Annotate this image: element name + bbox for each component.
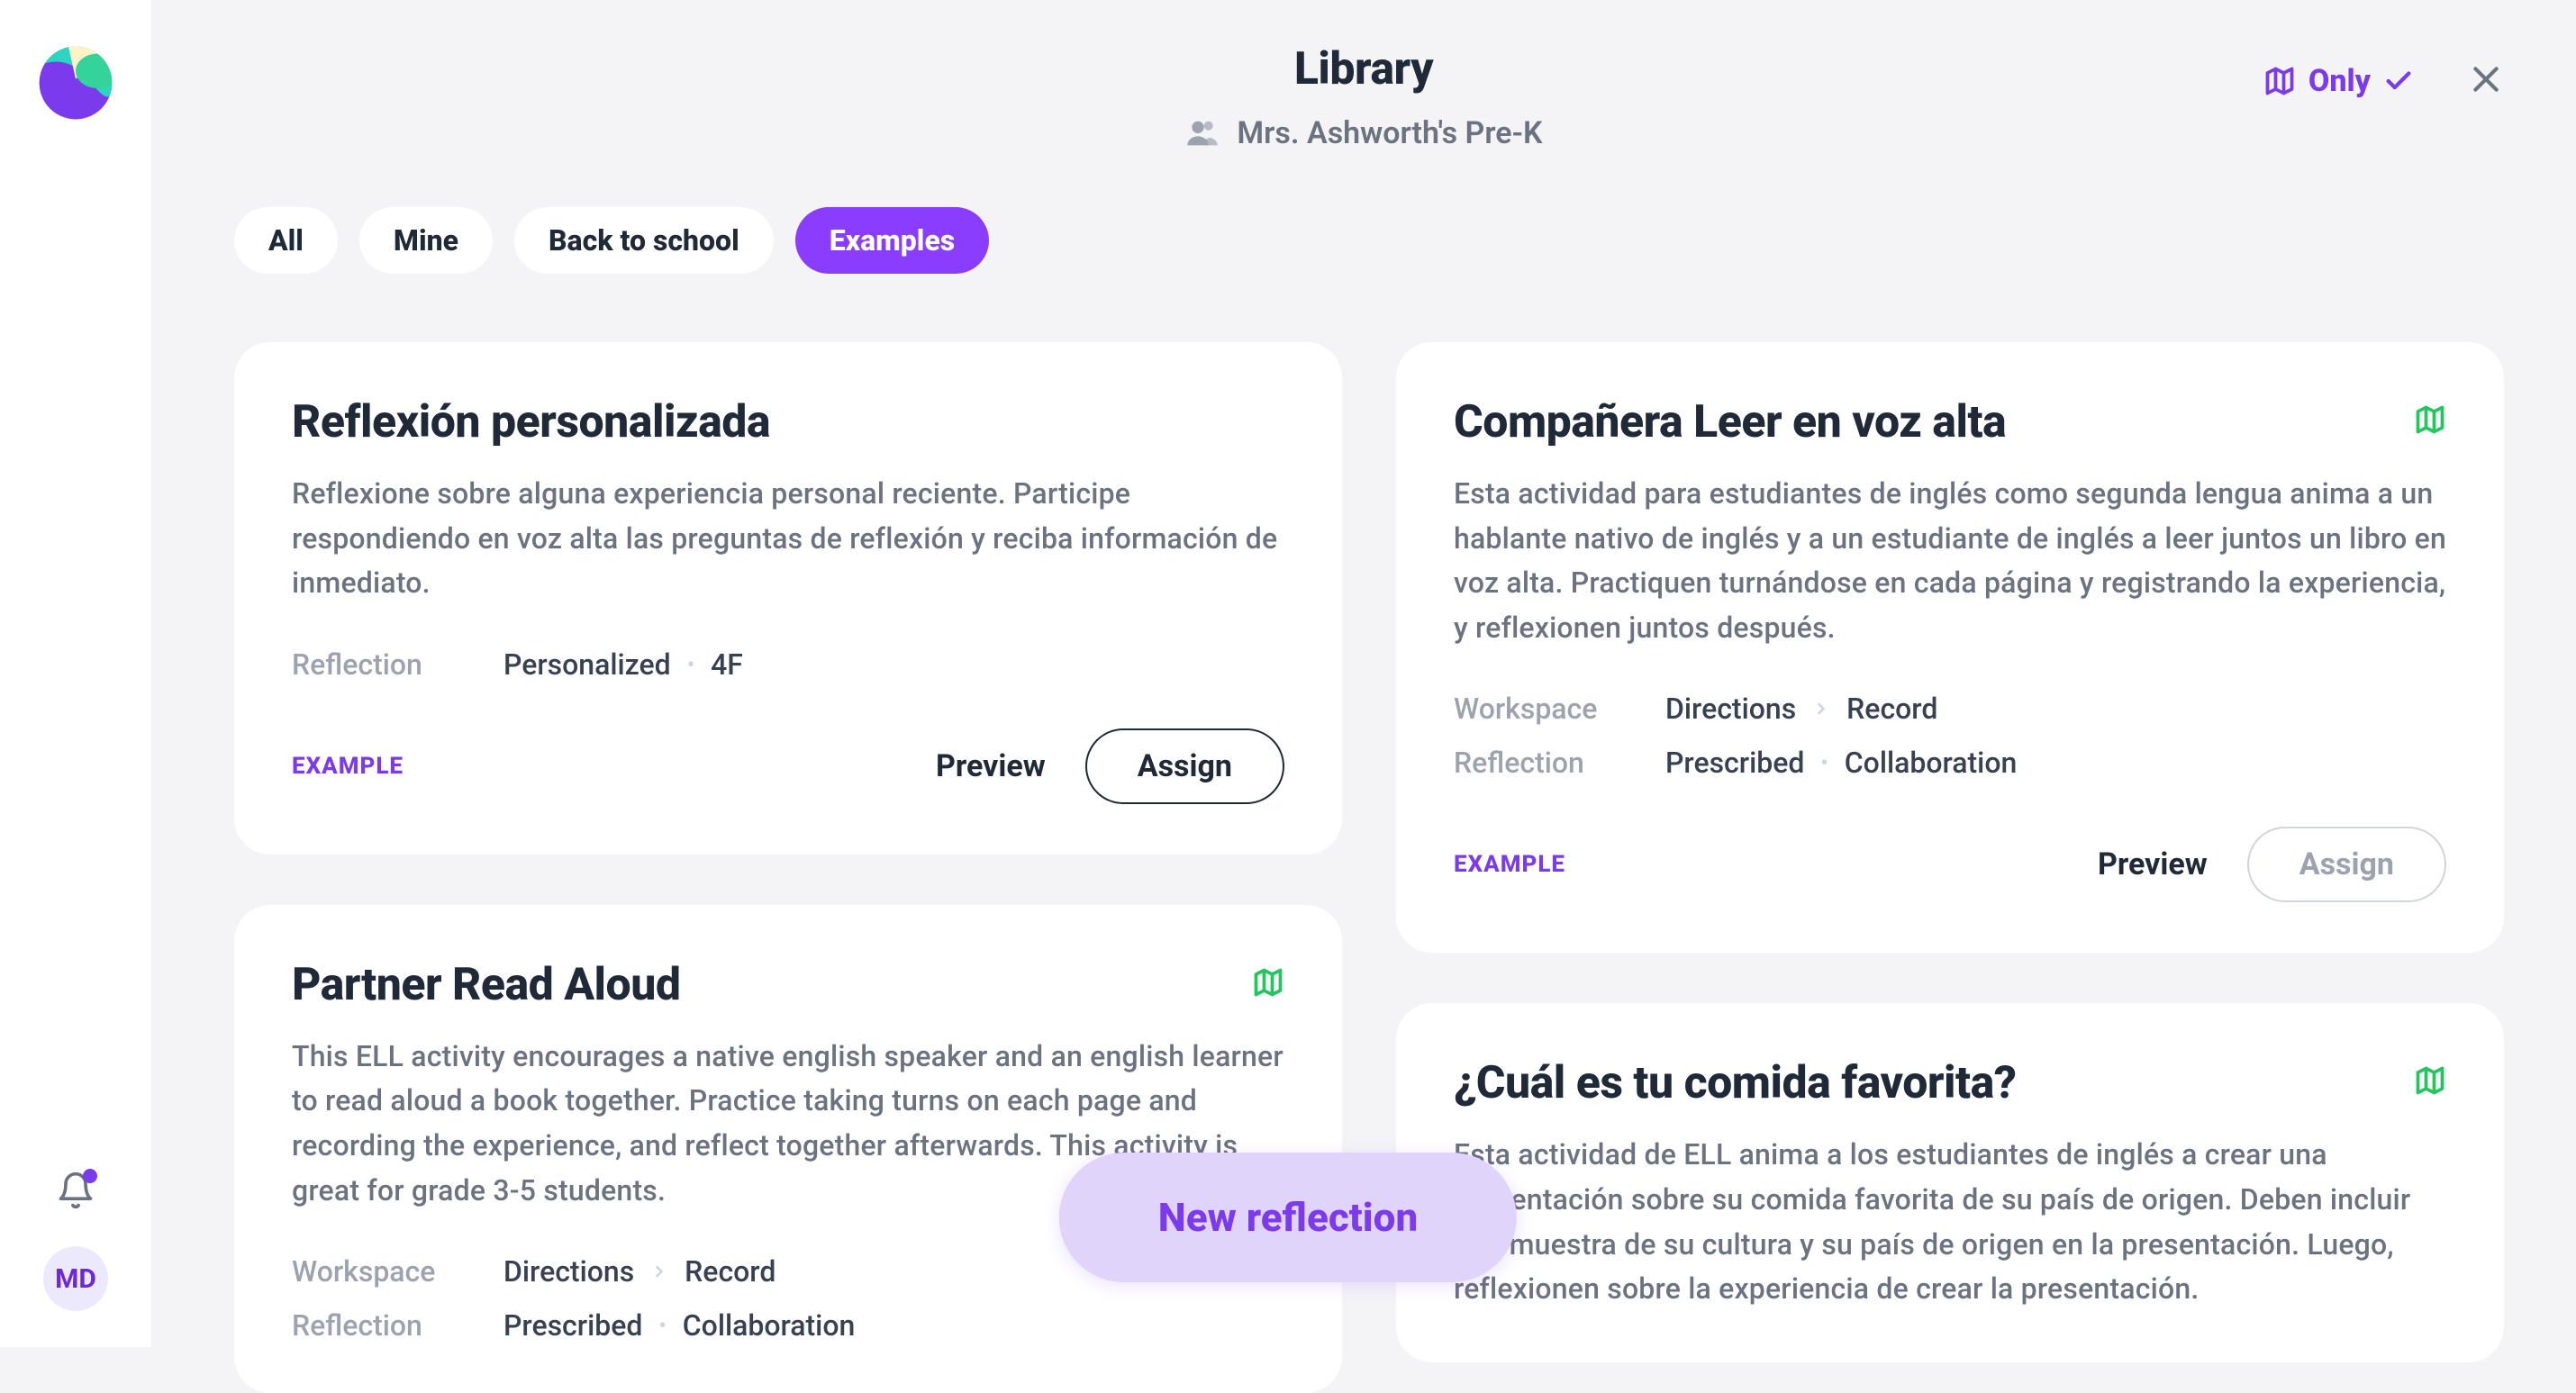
reflection-card: Partner Read Aloud This ELL activity enc…	[234, 905, 1342, 1393]
page-title: Library	[1184, 43, 1542, 95]
reflection-card: Compañera Leer en voz alta Esta activida…	[1396, 342, 2504, 953]
meta-value: 4F	[711, 647, 743, 682]
app-logo[interactable]	[36, 43, 115, 122]
preview-button[interactable]: Preview	[2098, 846, 2208, 882]
notification-dot-icon	[83, 1169, 97, 1183]
class-name: Mrs. Ashworth's Pre-K	[1237, 115, 1542, 151]
new-reflection-button[interactable]: New reflection	[1059, 1153, 1517, 1282]
meta-value: Personalized	[503, 647, 671, 682]
assign-button[interactable]: Assign	[2247, 827, 2446, 902]
meta-value: Directions	[503, 1254, 634, 1289]
meta-label-reflection: Reflection	[1454, 746, 1620, 780]
meta-label-reflection: Reflection	[292, 647, 458, 682]
dot-icon: •	[658, 1313, 666, 1338]
filter-bar: All Mine Back to school Examples	[234, 207, 989, 274]
meta-label-workspace: Workspace	[1454, 692, 1620, 726]
avatar-initials: MD	[55, 1263, 96, 1295]
chevron-right-icon	[1812, 700, 1830, 718]
sidebar: MD	[0, 0, 151, 1347]
meta-value: Collaboration	[683, 1308, 856, 1343]
example-tag: EXAMPLE	[292, 753, 404, 780]
close-button[interactable]	[2468, 61, 2504, 101]
users-icon	[1184, 115, 1220, 151]
meta-value: Record	[1846, 692, 1937, 726]
map-badge-icon	[1252, 966, 1284, 1002]
preview-button[interactable]: Preview	[936, 748, 1046, 784]
meta-value: Prescribed	[503, 1308, 642, 1343]
filter-pill-all[interactable]: All	[234, 207, 338, 274]
only-toggle[interactable]: Only	[2263, 63, 2414, 99]
card-description: Esta actividad para estudiantes de inglé…	[1454, 472, 2446, 650]
meta-label-reflection: Reflection	[292, 1308, 458, 1343]
meta-value: Record	[685, 1254, 776, 1289]
filter-pill-examples[interactable]: Examples	[795, 207, 989, 274]
avatar[interactable]: MD	[43, 1246, 108, 1311]
check-icon	[2383, 66, 2414, 96]
meta-value: Prescribed	[1665, 746, 1804, 780]
card-title: Compañera Leer en voz alta	[1454, 396, 2006, 448]
meta-value: Directions	[1665, 692, 1796, 726]
header: Library Mrs. Ashworth's Pre-K Only	[151, 0, 2576, 180]
close-icon	[2468, 61, 2504, 97]
map-badge-icon	[2414, 1064, 2446, 1100]
map-icon	[2263, 65, 2296, 97]
card-description: Reflexione sobre alguna experiencia pers…	[292, 472, 1284, 606]
reflection-card: ¿Cuál es tu comida favorita? Esta activi…	[1396, 1003, 2504, 1361]
card-description: Esta actividad de ELL anima a los estudi…	[1454, 1133, 2446, 1311]
only-label: Only	[2308, 63, 2371, 99]
fab-label: New reflection	[1158, 1194, 1418, 1241]
chevron-right-icon	[650, 1262, 668, 1280]
example-tag: EXAMPLE	[1454, 851, 1565, 878]
reflection-card: Reflexión personalizada Reflexione sobre…	[234, 342, 1342, 855]
notifications-button[interactable]	[56, 1171, 95, 1210]
right-column: Compañera Leer en voz alta Esta activida…	[1396, 342, 2504, 1347]
card-title: Partner Read Aloud	[292, 959, 680, 1011]
dot-icon: •	[1820, 750, 1828, 775]
card-title: ¿Cuál es tu comida favorita?	[1454, 1057, 2016, 1109]
assign-button[interactable]: Assign	[1085, 728, 1284, 804]
card-title: Reflexión personalizada	[292, 396, 770, 448]
meta-label-workspace: Workspace	[292, 1254, 458, 1289]
filter-pill-mine[interactable]: Mine	[359, 207, 493, 274]
dot-icon: •	[687, 652, 694, 677]
meta-value: Collaboration	[1845, 746, 2018, 780]
filter-pill-back-to-school[interactable]: Back to school	[514, 207, 774, 274]
map-badge-icon	[2414, 403, 2446, 439]
